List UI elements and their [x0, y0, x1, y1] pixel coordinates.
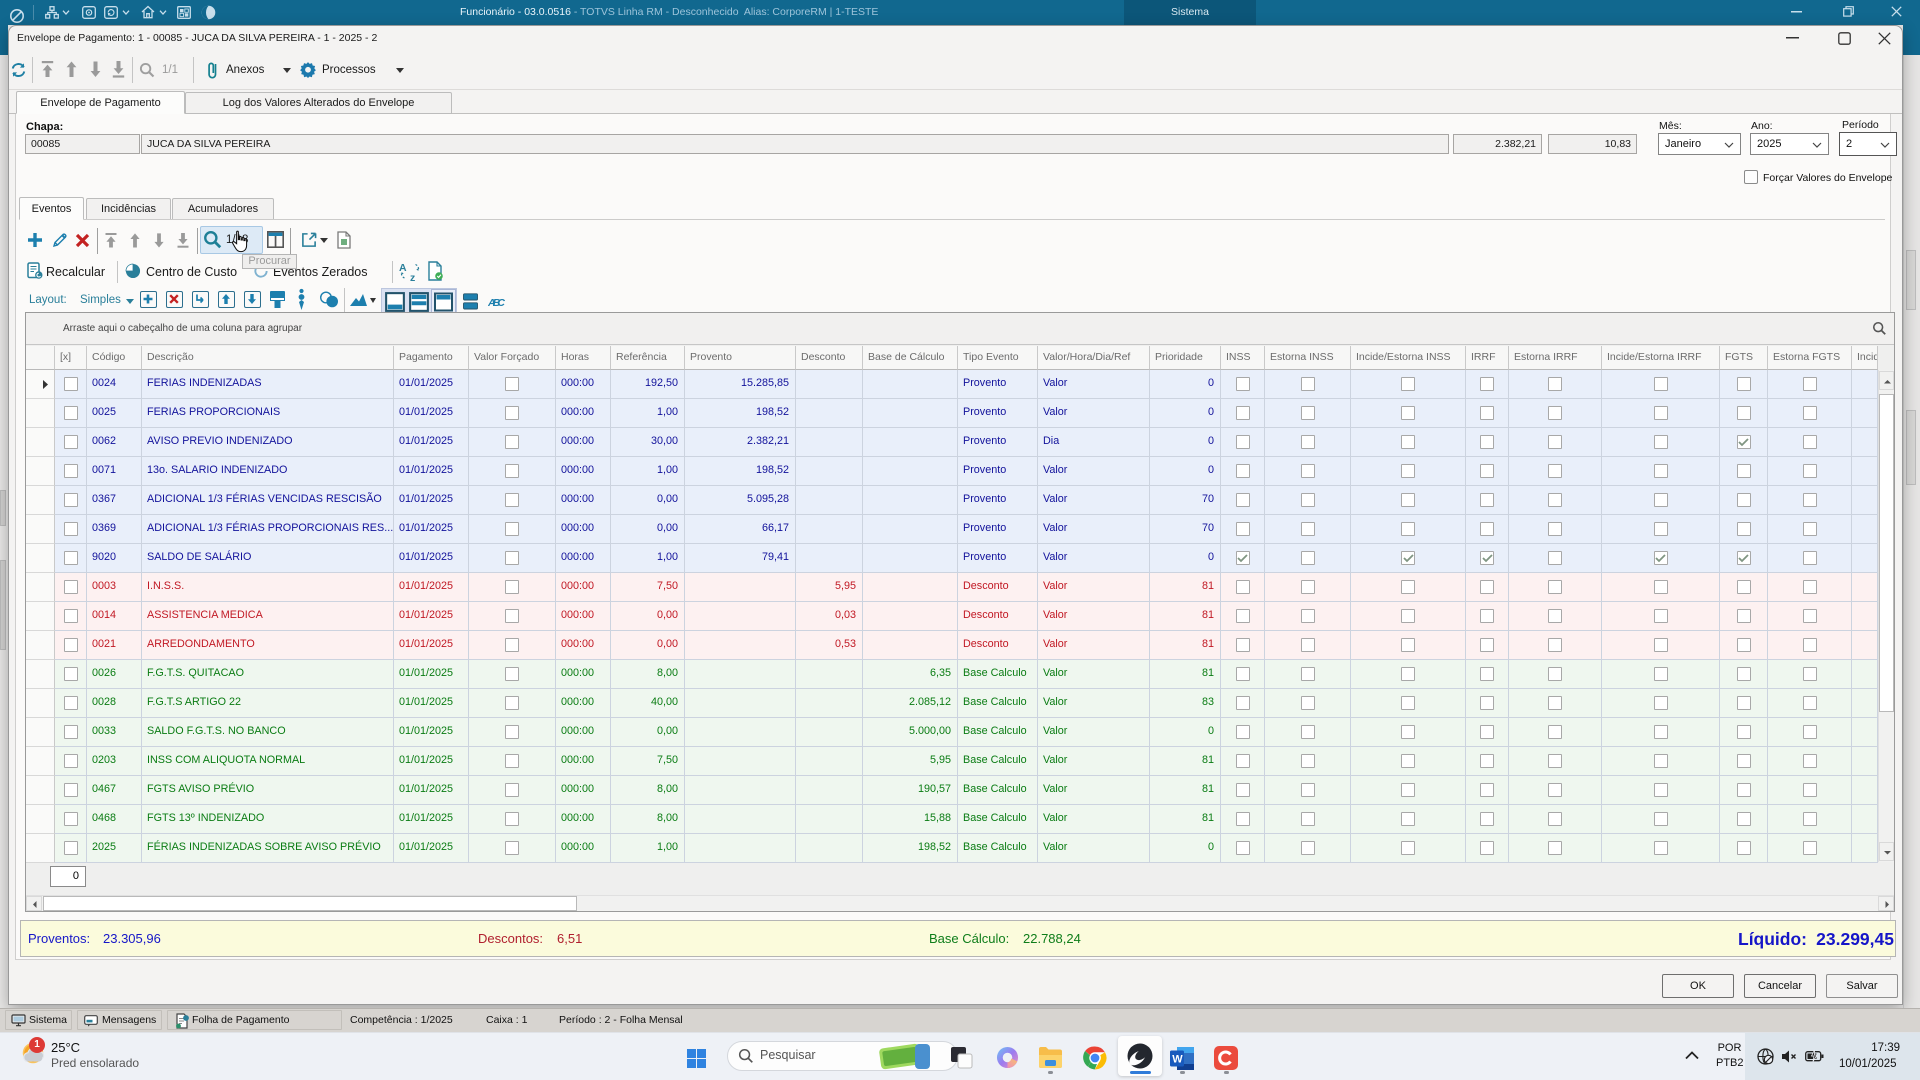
svg-text:ABC: ABC	[488, 297, 505, 308]
svg-text:z: z	[410, 272, 415, 282]
svg-text:A: A	[399, 262, 407, 274]
svg-text:W: W	[1172, 1054, 1183, 1066]
